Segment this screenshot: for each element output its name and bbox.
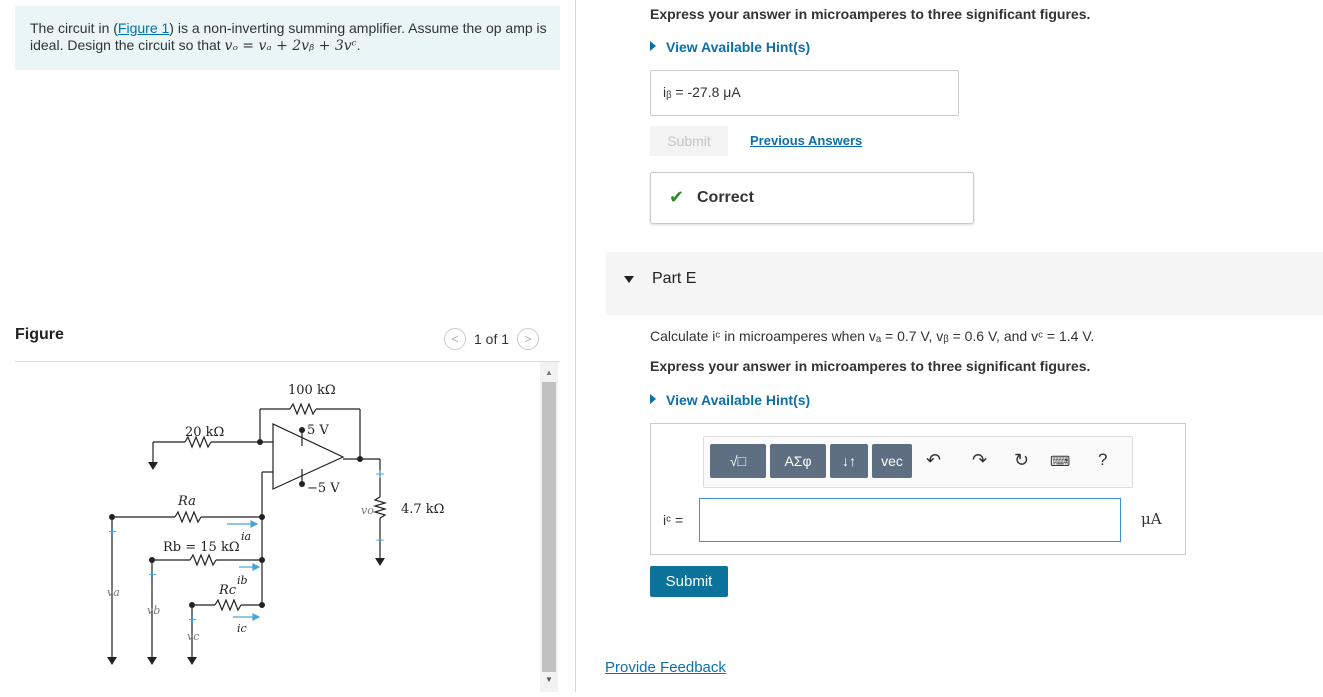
- unit-label: μA: [1141, 510, 1162, 528]
- redo-icon[interactable]: ↷: [972, 450, 987, 471]
- circuit-figure: 100 kΩ 20 kΩ 5 V −5 V Ra Rb = 15 kΩ Rc 4…: [15, 362, 538, 692]
- problem-text: The circuit in (Figure 1) is a non-inver…: [30, 20, 547, 54]
- label-vo-minus: −: [375, 533, 385, 547]
- design-equation: vₒ = vₐ + 2vᵦ + 3vᶜ: [224, 38, 357, 54]
- scroll-thumb[interactable]: [542, 382, 556, 672]
- part-d-submit-button[interactable]: Submit: [650, 126, 728, 156]
- label-ib: ib: [237, 574, 248, 587]
- math-toolbar: √□ ΑΣφ ↓↑ vec ↶ ↷ ↻ ⌨ ?: [703, 436, 1133, 488]
- label-rb: Rb = 15 kΩ: [163, 540, 240, 555]
- prev-figure-button[interactable]: <: [444, 328, 466, 350]
- part-e-header[interactable]: Part E: [606, 252, 1323, 315]
- part-e-question: Calculate iᶜ in microamperes when vₐ = 0…: [650, 328, 1095, 344]
- part-d-hint-link[interactable]: View Available Hint(s): [650, 39, 810, 55]
- figure-title: Figure: [15, 326, 64, 343]
- right-panel: Express your answer in microamperes to t…: [576, 0, 1323, 692]
- label-rload: 4.7 kΩ: [401, 502, 444, 517]
- greek-symbols-button[interactable]: ΑΣφ: [770, 444, 826, 478]
- figure-link[interactable]: Figure 1: [118, 20, 169, 36]
- label-vo: vo: [361, 504, 374, 517]
- part-e-instruction: Express your answer in microamperes to t…: [650, 358, 1091, 374]
- keyboard-icon[interactable]: ⌨: [1050, 453, 1070, 470]
- part-d-instruction: Express your answer in microamperes to t…: [650, 6, 1091, 22]
- scroll-down-arrow-icon[interactable]: ▼: [545, 675, 553, 684]
- vector-button[interactable]: vec: [872, 444, 912, 478]
- caret-right-icon: [650, 41, 656, 51]
- reset-icon[interactable]: ↻: [1014, 450, 1029, 471]
- caret-right-icon: [650, 394, 656, 404]
- part-e-submit-button[interactable]: Submit: [650, 566, 728, 597]
- undo-icon[interactable]: ↶: [926, 450, 941, 471]
- sub-superscript-button[interactable]: ↓↑: [830, 444, 868, 478]
- caret-down-icon: [624, 276, 634, 283]
- answer-editor: √□ ΑΣφ ↓↑ vec ↶ ↷ ↻ ⌨ ? iᶜ = μA: [650, 423, 1186, 555]
- figure-page-count: 1 of 1: [474, 331, 510, 347]
- scroll-up-arrow-icon[interactable]: ▲: [545, 368, 553, 377]
- part-e-hint-link[interactable]: View Available Hint(s): [650, 392, 810, 408]
- label-r-top: 20 kΩ: [185, 425, 224, 440]
- ic-answer-input[interactable]: [699, 498, 1121, 542]
- circuit-diagram: 100 kΩ 20 kΩ 5 V −5 V Ra Rb = 15 kΩ Rc 4…: [107, 383, 444, 665]
- figure-pager: < 1 of 1 >: [444, 328, 540, 350]
- label-vc: vc: [187, 630, 199, 643]
- label-va-plus: +: [108, 525, 117, 538]
- label-vo-plus: +: [375, 467, 385, 481]
- part-d-answer-text: iᵦ = -27.8 μA: [663, 84, 741, 100]
- label-ia: ia: [241, 530, 251, 543]
- label-vplus: 5 V: [307, 423, 329, 438]
- label-vc-plus: +: [188, 613, 197, 626]
- templates-button[interactable]: √□: [710, 444, 766, 478]
- label-vb: vb: [147, 604, 160, 617]
- problem-statement: The circuit in (Figure 1) is a non-inver…: [15, 6, 560, 70]
- part-e-title: Part E: [652, 270, 697, 287]
- label-va: va: [107, 586, 120, 599]
- left-panel: The circuit in (Figure 1) is a non-inver…: [0, 0, 576, 692]
- ic-label: iᶜ =: [663, 512, 684, 528]
- label-ra: Ra: [177, 494, 196, 509]
- part-d-answer: iᵦ = -27.8 μA: [650, 70, 959, 116]
- previous-answers-link[interactable]: Previous Answers: [750, 133, 862, 148]
- help-icon[interactable]: ?: [1098, 450, 1107, 470]
- label-vminus: −5 V: [307, 481, 340, 496]
- label-ic: ic: [237, 622, 247, 635]
- label-r-feedback: 100 kΩ: [288, 383, 336, 398]
- figure-scrollbar[interactable]: ▲ ▼: [540, 362, 558, 692]
- provide-feedback-link[interactable]: Provide Feedback: [605, 659, 726, 676]
- correct-feedback: ✔ Correct: [650, 172, 974, 224]
- label-rc: Rc: [218, 583, 237, 598]
- label-vb-plus: +: [148, 568, 157, 581]
- next-figure-button[interactable]: >: [517, 328, 540, 350]
- correct-text: Correct: [697, 189, 754, 206]
- checkmark-icon: ✔: [669, 187, 685, 207]
